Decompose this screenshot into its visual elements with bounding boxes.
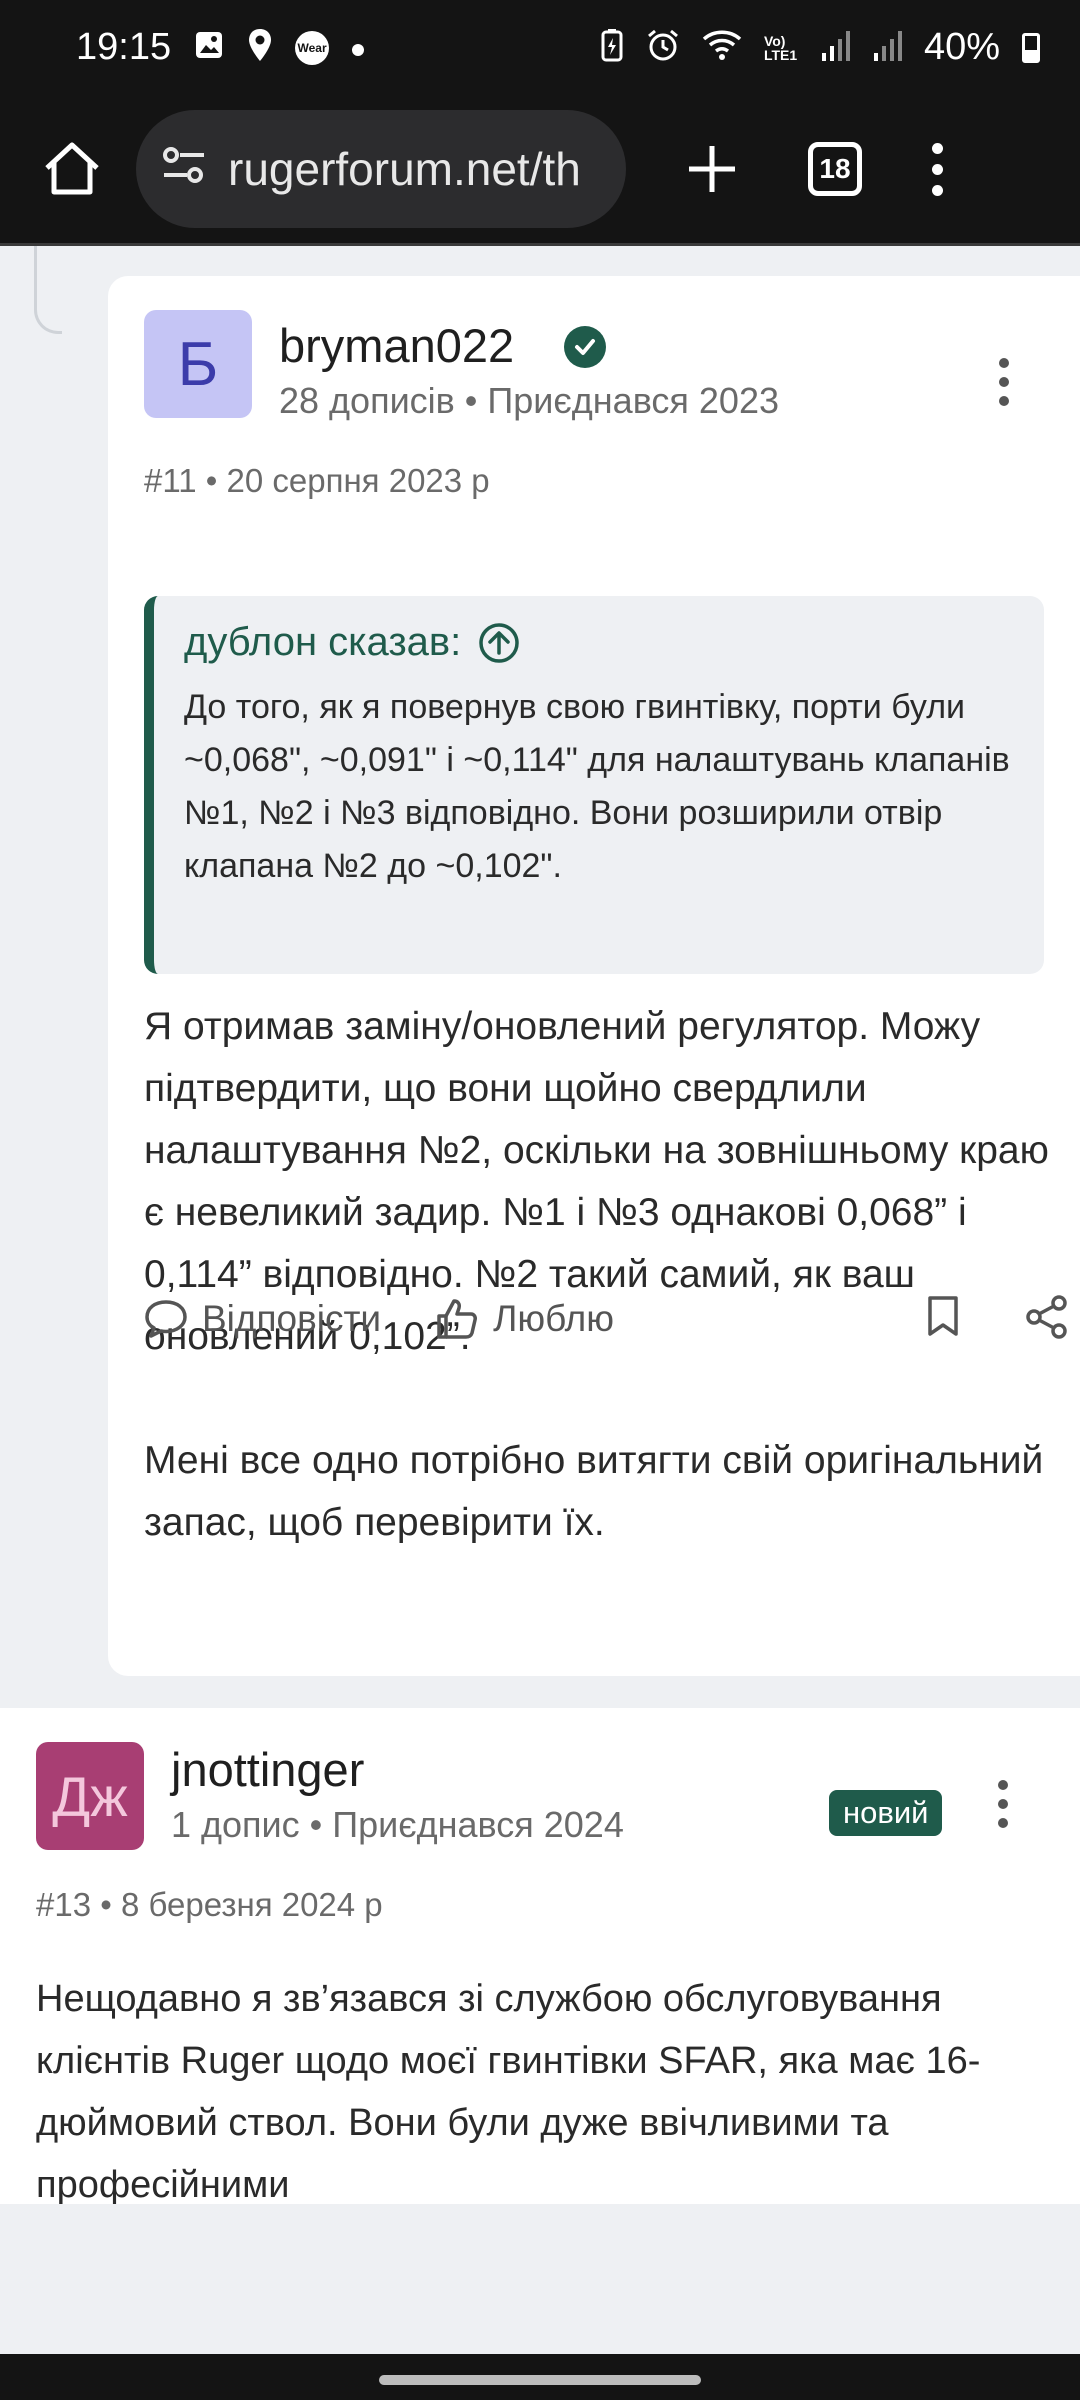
thumbs-up-icon: [437, 1299, 478, 1339]
menu-dot: [932, 163, 943, 175]
verified-icon: [564, 326, 606, 368]
url-text: rugerforum.net/th: [228, 143, 581, 195]
alarm-icon: [646, 28, 680, 68]
location-icon: [247, 28, 273, 68]
status-bar: 19:15 Wear Vo) LTE1 40%: [0, 0, 1080, 95]
thread-connector: [34, 246, 62, 334]
battery-percent: 40%: [923, 26, 1000, 68]
menu-dot: [999, 396, 1009, 406]
menu-dot: [999, 358, 1009, 368]
reply-label: Відповісти: [202, 1298, 382, 1339]
quote-text: До того, як я повернув свою гвинтівку, п…: [184, 688, 1010, 885]
post-13: Дж jnottinger 1 допис • Приєднався 2024 …: [0, 1708, 1080, 2204]
bookmark-icon: [928, 1296, 958, 1336]
post-paragraph: Мені все одно потрібно витягти свій ориг…: [144, 1439, 1044, 1544]
share-icon: [1026, 1295, 1067, 1339]
status-right: Vo) LTE1 40%: [600, 26, 1040, 69]
username[interactable]: bryman022: [279, 318, 514, 373]
bottom-area: [0, 2204, 1080, 2354]
avatar[interactable]: Б: [144, 310, 252, 418]
browser-menu-button[interactable]: [932, 142, 943, 196]
gallery-icon: [193, 29, 225, 67]
quote-author: дублон сказав:: [184, 620, 462, 664]
signal-1-icon: [820, 29, 850, 67]
post-number[interactable]: #13 • 8 березня 2024 р: [36, 1886, 383, 1924]
post-11: Б bryman022 28 дописів • Приєднався 2023…: [108, 276, 1080, 1676]
thread-content[interactable]: Б bryman022 28 дописів • Приєднався 2023…: [0, 246, 1080, 2204]
menu-dot: [998, 1799, 1008, 1809]
notification-dot-icon: [351, 33, 365, 63]
quote-header[interactable]: дублон сказав:: [184, 620, 1014, 665]
reply-button[interactable]: Відповісти: [144, 1298, 381, 1340]
home-icon: [45, 142, 99, 195]
bookmark-button[interactable]: [926, 1294, 960, 1343]
menu-dot: [932, 184, 943, 196]
browser-toolbar: rugerforum.net/th 18: [0, 95, 1080, 243]
post-menu-button[interactable]: [998, 1780, 1008, 1828]
plus-icon: [689, 146, 735, 192]
post-number[interactable]: #11 • 20 серпня 2023 р: [144, 462, 490, 500]
quote-block: дублон сказав: До того, як я повернув св…: [144, 596, 1044, 974]
menu-dot: [932, 142, 943, 154]
post-body: Нещодавно я зв’язався зі службою обслуго…: [36, 1978, 981, 2204]
wear-icon: Wear: [295, 30, 330, 65]
user-meta: 1 допис • Приєднався 2024: [171, 1804, 624, 1845]
menu-dot: [998, 1818, 1008, 1828]
share-button[interactable]: [1024, 1294, 1070, 1345]
arrow-up-circle-icon[interactable]: [477, 621, 521, 665]
clock: 19:15: [76, 26, 172, 68]
volte-label: Vo) LTE1: [763, 32, 798, 63]
new-tab-button[interactable]: [672, 129, 752, 209]
avatar[interactable]: Дж: [36, 1742, 144, 1850]
gesture-handle[interactable]: [379, 2375, 701, 2385]
battery-icon: [1022, 32, 1040, 63]
comment-icon: [145, 1300, 187, 1338]
url-bar[interactable]: rugerforum.net/th: [136, 110, 626, 228]
menu-dot: [998, 1780, 1008, 1790]
post-menu-button[interactable]: [999, 358, 1009, 406]
user-meta: 28 дописів • Приєднався 2023: [279, 380, 779, 421]
new-member-badge: новий: [829, 1790, 943, 1836]
menu-dot: [999, 377, 1009, 387]
post-body: Я отримав заміну/оновлений регулятор. Мо…: [144, 996, 1054, 1554]
battery-saver-icon: [600, 28, 624, 68]
signal-2-icon: [872, 29, 902, 67]
home-button[interactable]: [28, 125, 116, 213]
post-actions: Відповісти Люблю: [144, 1284, 1067, 1354]
wifi-icon: [702, 29, 742, 67]
tab-switcher-button[interactable]: 18: [808, 142, 862, 196]
like-label: Люблю: [493, 1298, 614, 1339]
username[interactable]: jnottinger: [171, 1742, 364, 1797]
site-settings-icon[interactable]: [162, 142, 206, 196]
status-left: 19:15 Wear: [76, 26, 365, 69]
like-button[interactable]: Люблю: [435, 1297, 614, 1341]
